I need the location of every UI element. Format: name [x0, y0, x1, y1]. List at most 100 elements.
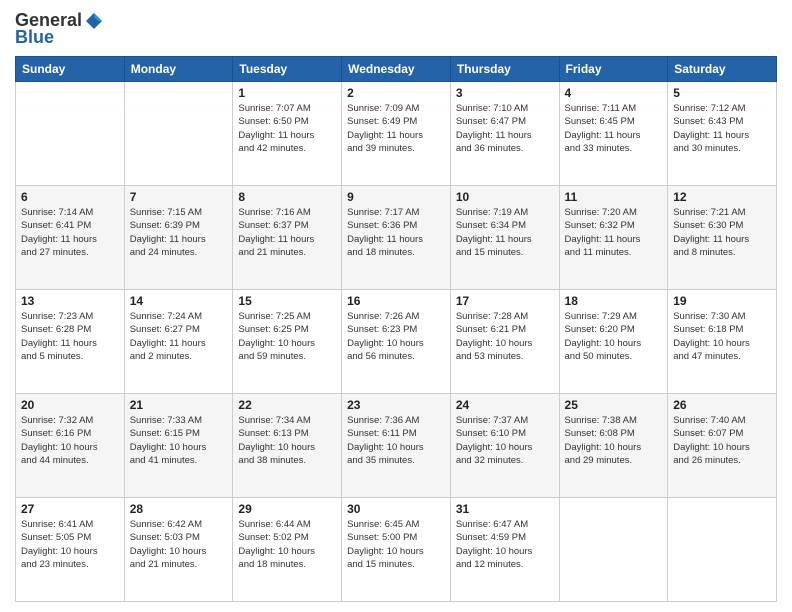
day-number: 11: [565, 190, 663, 204]
day-number: 13: [21, 294, 119, 308]
day-info: Sunrise: 7:21 AM Sunset: 6:30 PM Dayligh…: [673, 206, 771, 259]
calendar-cell: 12 Sunrise: 7:21 AM Sunset: 6:30 PM Dayli…: [668, 186, 777, 290]
calendar-cell: 27 Sunrise: 6:41 AM Sunset: 5:05 PM Dayli…: [16, 498, 125, 602]
calendar-cell: 7Sunrise: 7:15 AM Sunset: 6:39 PM Daylig…: [124, 186, 233, 290]
calendar-cell: 22 Sunrise: 7:34 AM Sunset: 6:13 PM Dayli…: [233, 394, 342, 498]
calendar-cell: 29 Sunrise: 6:44 AM Sunset: 5:02 PM Dayli…: [233, 498, 342, 602]
day-info: Sunrise: 7:23 AM Sunset: 6:28 PM Dayligh…: [21, 310, 119, 363]
day-info: Sunrise: 7:24 AM Sunset: 6:27 PM Dayligh…: [130, 310, 228, 363]
day-number: 28: [130, 502, 228, 516]
day-number: 29: [238, 502, 336, 516]
calendar-cell: 14 Sunrise: 7:24 AM Sunset: 6:27 PM Dayli…: [124, 290, 233, 394]
day-info: Sunrise: 7:29 AM Sunset: 6:20 PM Dayligh…: [565, 310, 663, 363]
calendar-cell: 16 Sunrise: 7:26 AM Sunset: 6:23 PM Dayli…: [342, 290, 451, 394]
day-info: Sunrise: 7:38 AM Sunset: 6:08 PM Dayligh…: [565, 414, 663, 467]
calendar-cell: 1 Sunrise: 7:07 AM Sunset: 6:50 PM Daylig…: [233, 82, 342, 186]
day-number: 2: [347, 86, 445, 100]
day-info: Sunrise: 7:17 AM Sunset: 6:36 PM Dayligh…: [347, 206, 445, 259]
day-number: 24: [456, 398, 554, 412]
calendar-cell: 30 Sunrise: 6:45 AM Sunset: 5:00 PM Dayli…: [342, 498, 451, 602]
calendar-day-header: Sunday: [16, 57, 125, 82]
calendar-week-row: 20 Sunrise: 7:32 AM Sunset: 6:16 PM Dayli…: [16, 394, 777, 498]
calendar-cell: 10 Sunrise: 7:19 AM Sunset: 6:34 PM Dayli…: [450, 186, 559, 290]
logo: General Blue: [15, 10, 104, 48]
calendar-week-row: 1 Sunrise: 7:07 AM Sunset: 6:50 PM Daylig…: [16, 82, 777, 186]
day-number: 3: [456, 86, 554, 100]
day-info: Sunrise: 6:41 AM Sunset: 5:05 PM Dayligh…: [21, 518, 119, 571]
day-number: 12: [673, 190, 771, 204]
day-info: Sunrise: 7:28 AM Sunset: 6:21 PM Dayligh…: [456, 310, 554, 363]
calendar-cell: 26 Sunrise: 7:40 AM Sunset: 6:07 PM Dayli…: [668, 394, 777, 498]
day-number: 7: [130, 190, 228, 204]
day-info: Sunrise: 7:30 AM Sunset: 6:18 PM Dayligh…: [673, 310, 771, 363]
calendar-cell: [559, 498, 668, 602]
day-number: 30: [347, 502, 445, 516]
calendar-cell: [668, 498, 777, 602]
day-info: Sunrise: 7:36 AM Sunset: 6:11 PM Dayligh…: [347, 414, 445, 467]
day-number: 21: [130, 398, 228, 412]
calendar-cell: 8Sunrise: 7:16 AM Sunset: 6:37 PM Daylig…: [233, 186, 342, 290]
calendar-header-row: SundayMondayTuesdayWednesdayThursdayFrid…: [16, 57, 777, 82]
day-number: 19: [673, 294, 771, 308]
day-number: 31: [456, 502, 554, 516]
calendar-cell: 15 Sunrise: 7:25 AM Sunset: 6:25 PM Dayli…: [233, 290, 342, 394]
day-info: Sunrise: 6:42 AM Sunset: 5:03 PM Dayligh…: [130, 518, 228, 571]
calendar-day-header: Monday: [124, 57, 233, 82]
day-info: Sunrise: 7:19 AM Sunset: 6:34 PM Dayligh…: [456, 206, 554, 259]
calendar-cell: 18 Sunrise: 7:29 AM Sunset: 6:20 PM Dayli…: [559, 290, 668, 394]
calendar-cell: 9Sunrise: 7:17 AM Sunset: 6:36 PM Daylig…: [342, 186, 451, 290]
day-info: Sunrise: 7:32 AM Sunset: 6:16 PM Dayligh…: [21, 414, 119, 467]
day-number: 27: [21, 502, 119, 516]
calendar-day-header: Friday: [559, 57, 668, 82]
day-number: 4: [565, 86, 663, 100]
calendar-cell: 17Sunrise: 7:28 AM Sunset: 6:21 PM Dayli…: [450, 290, 559, 394]
calendar-cell: 21 Sunrise: 7:33 AM Sunset: 6:15 PM Dayli…: [124, 394, 233, 498]
day-info: Sunrise: 6:44 AM Sunset: 5:02 PM Dayligh…: [238, 518, 336, 571]
day-number: 14: [130, 294, 228, 308]
day-number: 23: [347, 398, 445, 412]
day-number: 26: [673, 398, 771, 412]
calendar-cell: 13 Sunrise: 7:23 AM Sunset: 6:28 PM Dayli…: [16, 290, 125, 394]
day-info: Sunrise: 7:07 AM Sunset: 6:50 PM Dayligh…: [238, 102, 336, 155]
calendar-cell: 25 Sunrise: 7:38 AM Sunset: 6:08 PM Dayli…: [559, 394, 668, 498]
day-info: Sunrise: 7:34 AM Sunset: 6:13 PM Dayligh…: [238, 414, 336, 467]
page: General Blue SundayMondayTuesdayWednesda…: [0, 0, 792, 612]
calendar-cell: [16, 82, 125, 186]
day-info: Sunrise: 7:26 AM Sunset: 6:23 PM Dayligh…: [347, 310, 445, 363]
calendar-day-header: Thursday: [450, 57, 559, 82]
calendar-week-row: 6 Sunrise: 7:14 AM Sunset: 6:41 PM Daylig…: [16, 186, 777, 290]
day-number: 18: [565, 294, 663, 308]
calendar-cell: 31 Sunrise: 6:47 AM Sunset: 4:59 PM Dayli…: [450, 498, 559, 602]
day-info: Sunrise: 6:47 AM Sunset: 4:59 PM Dayligh…: [456, 518, 554, 571]
day-info: Sunrise: 7:40 AM Sunset: 6:07 PM Dayligh…: [673, 414, 771, 467]
calendar-cell: 19 Sunrise: 7:30 AM Sunset: 6:18 PM Dayli…: [668, 290, 777, 394]
calendar-cell: 6 Sunrise: 7:14 AM Sunset: 6:41 PM Daylig…: [16, 186, 125, 290]
day-info: Sunrise: 7:10 AM Sunset: 6:47 PM Dayligh…: [456, 102, 554, 155]
day-number: 5: [673, 86, 771, 100]
day-info: Sunrise: 7:33 AM Sunset: 6:15 PM Dayligh…: [130, 414, 228, 467]
day-number: 6: [21, 190, 119, 204]
logo-icon: [84, 11, 104, 31]
header: General Blue: [15, 10, 777, 48]
day-info: Sunrise: 7:25 AM Sunset: 6:25 PM Dayligh…: [238, 310, 336, 363]
calendar-cell: 11Sunrise: 7:20 AM Sunset: 6:32 PM Dayli…: [559, 186, 668, 290]
day-number: 1: [238, 86, 336, 100]
day-number: 15: [238, 294, 336, 308]
calendar-cell: 23 Sunrise: 7:36 AM Sunset: 6:11 PM Dayli…: [342, 394, 451, 498]
calendar-cell: 24 Sunrise: 7:37 AM Sunset: 6:10 PM Dayli…: [450, 394, 559, 498]
day-number: 10: [456, 190, 554, 204]
day-number: 16: [347, 294, 445, 308]
calendar-week-row: 27 Sunrise: 6:41 AM Sunset: 5:05 PM Dayli…: [16, 498, 777, 602]
calendar-day-header: Tuesday: [233, 57, 342, 82]
calendar-cell: [124, 82, 233, 186]
day-number: 22: [238, 398, 336, 412]
calendar-table: SundayMondayTuesdayWednesdayThursdayFrid…: [15, 56, 777, 602]
day-number: 20: [21, 398, 119, 412]
day-number: 25: [565, 398, 663, 412]
day-info: Sunrise: 6:45 AM Sunset: 5:00 PM Dayligh…: [347, 518, 445, 571]
day-info: Sunrise: 7:14 AM Sunset: 6:41 PM Dayligh…: [21, 206, 119, 259]
calendar-day-header: Wednesday: [342, 57, 451, 82]
calendar-week-row: 13 Sunrise: 7:23 AM Sunset: 6:28 PM Dayli…: [16, 290, 777, 394]
day-info: Sunrise: 7:12 AM Sunset: 6:43 PM Dayligh…: [673, 102, 771, 155]
day-info: Sunrise: 7:37 AM Sunset: 6:10 PM Dayligh…: [456, 414, 554, 467]
